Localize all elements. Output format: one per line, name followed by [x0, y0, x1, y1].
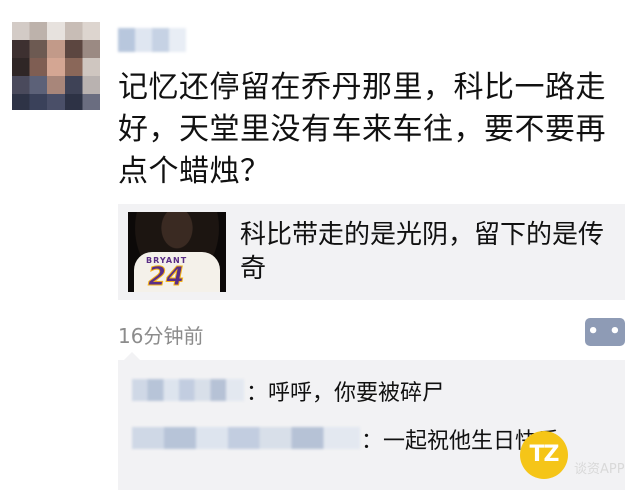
more-dots-icon: • • [587, 321, 623, 342]
post-text: 记忆还停留在乔丹那里，科比一路走好，天堂里没有车来车往，要不要再点个蜡烛？ [118, 70, 606, 189]
comment-author-blurred[interactable] [132, 379, 244, 401]
jersey-number: 24 [147, 262, 185, 293]
comment-author-blurred[interactable] [132, 427, 360, 449]
comment-text[interactable]: ：呼呼，你要被碎尸 [246, 375, 444, 407]
post-time: 16分钟前 [118, 324, 204, 348]
comments-pointer [124, 352, 140, 360]
share-title: 科比带走的是光阴，留下的是传奇 [240, 220, 605, 284]
watermark-logo: TZ [520, 431, 568, 479]
watermark-label: 谈资APP [574, 462, 625, 477]
user-avatar[interactable] [12, 22, 100, 110]
share-thumbnail: BRYANT 24 [128, 212, 226, 292]
user-name-blurred[interactable] [118, 28, 186, 52]
comment-button[interactable]: • • [585, 318, 625, 346]
shared-link-card[interactable]: BRYANT 24 科比带走的是光阴，留下的是传奇 [118, 204, 625, 300]
